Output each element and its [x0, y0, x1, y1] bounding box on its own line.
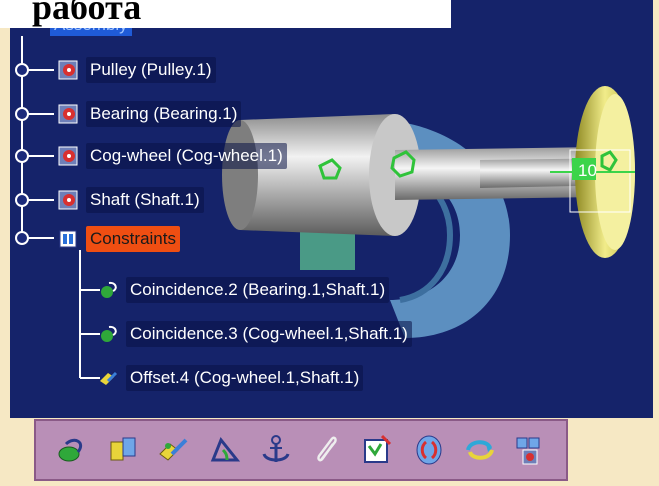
part-icon	[58, 103, 80, 125]
coincidence-icon	[98, 323, 120, 345]
3d-viewport[interactable]: 10 Assembly Pul	[10, 0, 653, 418]
part-icon	[58, 59, 80, 81]
tree-node-label: Cog-wheel (Cog-wheel.1)	[86, 143, 287, 169]
constraints-folder-icon	[58, 228, 80, 250]
tree-node-pulley[interactable]: Pulley (Pulley.1)	[58, 57, 216, 83]
change-constraint-icon	[465, 440, 494, 460]
tree-node-coincidence-3[interactable]: Coincidence.3 (Cog-wheel.1,Shaft.1)	[98, 321, 412, 347]
change-constraint-button[interactable]	[461, 431, 499, 469]
part-icon	[58, 189, 80, 211]
tree-node-constraints[interactable]: Constraints	[58, 226, 180, 252]
contact-button[interactable]	[104, 431, 142, 469]
fix-together-button[interactable]	[308, 431, 346, 469]
tree-node-label: Shaft (Shaft.1)	[86, 187, 204, 213]
tree-node-label: Bearing (Bearing.1)	[86, 101, 242, 127]
page-title: работа	[32, 0, 142, 27]
title-box: работа	[0, 0, 451, 28]
constraints-label: Constraints	[86, 226, 180, 252]
tree-node-bearing[interactable]: Bearing (Bearing.1)	[58, 101, 242, 127]
offset-icon	[98, 367, 120, 389]
contact-icon	[110, 437, 135, 461]
flexible-rigid-button[interactable]	[410, 431, 448, 469]
offset-button[interactable]	[155, 431, 193, 469]
offset-value: 10	[578, 161, 597, 180]
reuse-pattern-icon	[516, 437, 539, 465]
tree-node-label: Offset.4 (Cog-wheel.1,Shaft.1)	[126, 365, 364, 391]
coincidence-icon	[58, 438, 82, 462]
quick-constraint-icon	[363, 434, 391, 463]
tree-node-label: Pulley (Pulley.1)	[86, 57, 216, 83]
tree-node-offset-4[interactable]: Offset.4 (Cog-wheel.1,Shaft.1)	[98, 365, 364, 391]
tree-node-coincidence-2[interactable]: Coincidence.2 (Bearing.1,Shaft.1)	[98, 277, 390, 303]
coincidence-button[interactable]	[53, 431, 91, 469]
reuse-pattern-button[interactable]	[512, 431, 550, 469]
tree-node-cog-wheel[interactable]: Cog-wheel (Cog-wheel.1)	[58, 143, 287, 169]
part-icon	[58, 145, 80, 167]
flexible-rigid-icon	[416, 435, 441, 465]
tree-node-label: Coincidence.2 (Bearing.1,Shaft.1)	[126, 277, 390, 303]
fix-button[interactable]	[257, 431, 295, 469]
offset-icon	[158, 438, 187, 461]
fix-icon	[262, 435, 289, 462]
quick-constraint-button[interactable]	[359, 431, 397, 469]
coincidence-icon	[98, 279, 120, 301]
constraints-toolbar	[34, 419, 568, 481]
angle-button[interactable]	[206, 431, 244, 469]
tree-node-label: Coincidence.3 (Cog-wheel.1,Shaft.1)	[126, 321, 412, 347]
angle-icon	[210, 437, 240, 462]
fix-together-icon	[316, 436, 337, 462]
tree-node-shaft[interactable]: Shaft (Shaft.1)	[58, 187, 204, 213]
